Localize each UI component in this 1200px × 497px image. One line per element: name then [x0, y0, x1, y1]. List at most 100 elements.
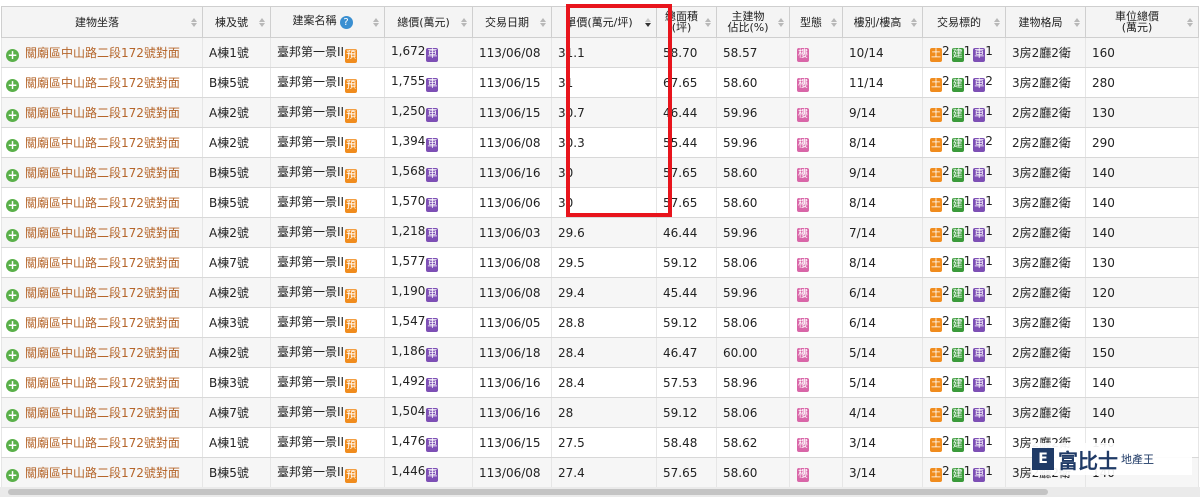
address-text[interactable]: 關廟區中山路二段172號對面: [25, 436, 180, 450]
address-cell[interactable]: + 關廟區中山路二段172號對面: [1, 307, 203, 338]
sort-arrows-icon[interactable]: [831, 18, 837, 27]
parking-tag-icon: 車: [973, 197, 986, 212]
parking-tag-icon: 車: [973, 317, 986, 332]
help-icon[interactable]: ?: [339, 16, 353, 29]
address-text[interactable]: 關廟區中山路二段172號對面: [25, 286, 180, 300]
address-text[interactable]: 關廟區中山路二段172號對面: [25, 76, 180, 90]
expand-plus-icon[interactable]: +: [6, 78, 19, 92]
address-text[interactable]: 關廟區中山路二段172號對面: [25, 196, 180, 210]
column-header[interactable]: 樓別/樓高: [842, 6, 923, 38]
table-row[interactable]: + 關廟區中山路二段172號對面 A棟2號 臺邦第一景II 預 1,186 車 113/06/…: [1, 337, 1199, 368]
sort-arrows-icon[interactable]: [911, 18, 917, 27]
sort-arrows-icon[interactable]: [1074, 18, 1080, 27]
address-cell[interactable]: + 關廟區中山路二段172號對面: [1, 37, 203, 68]
column-header[interactable]: 建物坐落: [1, 6, 203, 38]
address-text[interactable]: 關廟區中山路二段172號對面: [25, 316, 180, 330]
column-header[interactable]: 型態: [789, 6, 843, 38]
table-row[interactable]: + 關廟區中山路二段172號對面 A棟3號 臺邦第一景II 預 1,547 車 113/06/…: [1, 307, 1199, 338]
table-row[interactable]: + 關廟區中山路二段172號對面 B棟5號 臺邦第一景II 預 1,446 車 113/06/…: [1, 457, 1199, 488]
sort-arrows-icon[interactable]: [191, 18, 197, 27]
sort-arrows-icon[interactable]: [645, 18, 651, 27]
address-cell[interactable]: + 關廟區中山路二段172號對面: [1, 337, 203, 368]
table-row[interactable]: + 關廟區中山路二段172號對面 A棟2號 臺邦第一景II 預 1,250 車 113/06/…: [1, 97, 1199, 128]
address-cell[interactable]: + 關廟區中山路二段172號對面: [1, 217, 203, 248]
sort-arrows-icon[interactable]: [373, 18, 379, 27]
expand-plus-icon[interactable]: +: [6, 348, 19, 362]
address-text[interactable]: 關廟區中山路二段172號對面: [25, 46, 180, 60]
column-header[interactable]: 總面積 (坪): [656, 6, 717, 38]
address-text[interactable]: 關廟區中山路二段172號對面: [25, 136, 180, 150]
main-ratio-text: 58.60: [723, 465, 758, 480]
column-header[interactable]: 棟及號: [202, 6, 271, 38]
layout-text: 3房2廳2衛: [1012, 406, 1071, 420]
address-cell[interactable]: + 關廟區中山路二段172號對面: [1, 157, 203, 188]
unit-text: B棟3號: [209, 376, 249, 390]
address-text[interactable]: 關廟區中山路二段172號對面: [25, 166, 180, 180]
address-text[interactable]: 關廟區中山路二段172號對面: [25, 406, 180, 420]
expand-plus-icon[interactable]: +: [6, 168, 19, 182]
address-cell[interactable]: + 關廟區中山路二段172號對面: [1, 367, 203, 398]
expand-plus-icon[interactable]: +: [6, 258, 19, 272]
address-cell[interactable]: + 關廟區中山路二段172號對面: [1, 187, 203, 218]
address-cell[interactable]: + 關廟區中山路二段172號對面: [1, 277, 203, 308]
table-row[interactable]: + 關廟區中山路二段172號對面 A棟7號 臺邦第一景II 預 1,577 車 113/06/…: [1, 247, 1199, 278]
table-row[interactable]: + 關廟區中山路二段172號對面 B棟5號 臺邦第一景II 預 1,755 車 113/06/…: [1, 67, 1199, 98]
sort-arrows-icon[interactable]: [705, 18, 711, 27]
column-header[interactable]: 交易日期: [472, 6, 552, 38]
table-row[interactable]: + 關廟區中山路二段172號對面 A棟2號 臺邦第一景II 預 1,190 車 113/06/…: [1, 277, 1199, 308]
column-header[interactable]: 車位總價 (萬元): [1085, 6, 1199, 38]
expand-plus-icon[interactable]: +: [6, 378, 19, 392]
expand-plus-icon[interactable]: +: [6, 48, 19, 62]
expand-plus-icon[interactable]: +: [6, 318, 19, 332]
sort-arrows-icon[interactable]: [1187, 18, 1193, 27]
address-text[interactable]: 關廟區中山路二段172號對面: [25, 346, 180, 360]
address-cell[interactable]: + 關廟區中山路二段172號對面: [1, 247, 203, 278]
address-cell[interactable]: + 關廟區中山路二段172號對面: [1, 127, 203, 158]
column-header[interactable]: 主建物 佔比(%): [716, 6, 790, 38]
address-cell[interactable]: + 關廟區中山路二段172號對面: [1, 67, 203, 98]
address-cell[interactable]: + 關廟區中山路二段172號對面: [1, 97, 203, 128]
table-row[interactable]: + 關廟區中山路二段172號對面 A棟2號 臺邦第一景II 預 1,218 車 113/06/…: [1, 217, 1199, 248]
table-row[interactable]: + 關廟區中山路二段172號對面 A棟1號 臺邦第一景II 預 1,476 車 113/06/…: [1, 427, 1199, 458]
column-header[interactable]: 建案名稱?: [270, 6, 385, 38]
address-text[interactable]: 關廟區中山路二段172號對面: [25, 106, 180, 120]
expand-plus-icon[interactable]: +: [6, 228, 19, 242]
layout-cell: 3房2廳2衛: [1005, 247, 1086, 278]
area-text: 59.12: [663, 255, 698, 270]
sort-arrows-icon[interactable]: [259, 18, 265, 27]
address-cell[interactable]: + 關廟區中山路二段172號對面: [1, 397, 203, 428]
expand-plus-icon[interactable]: +: [6, 138, 19, 152]
table-row[interactable]: + 關廟區中山路二段172號對面 B棟3號 臺邦第一景II 預 1,492 車 113/06/…: [1, 367, 1199, 398]
address-cell[interactable]: + 關廟區中山路二段172號對面: [1, 457, 203, 488]
column-header[interactable]: 單價(萬元/坪): [551, 6, 657, 38]
address-text[interactable]: 關廟區中山路二段172號對面: [25, 376, 180, 390]
expand-plus-icon[interactable]: +: [6, 198, 19, 212]
column-header[interactable]: 總價(萬元): [384, 6, 473, 38]
horizontal-scrollbar[interactable]: [0, 487, 1200, 497]
expand-plus-icon[interactable]: +: [6, 288, 19, 302]
address-cell[interactable]: + 關廟區中山路二段172號對面: [1, 427, 203, 458]
sort-arrows-icon[interactable]: [461, 18, 467, 27]
address-text[interactable]: 關廟區中山路二段172號對面: [25, 466, 180, 480]
column-header[interactable]: 建物格局: [1005, 6, 1086, 38]
expand-plus-icon[interactable]: +: [6, 408, 19, 422]
table-row[interactable]: + 關廟區中山路二段172號對面 A棟7號 臺邦第一景II 預 1,504 車 113/06/…: [1, 397, 1199, 428]
table-row[interactable]: + 關廟區中山路二段172號對面 A棟1號 臺邦第一景II 預 1,672 車 113/06/…: [1, 37, 1199, 68]
expand-plus-icon[interactable]: +: [6, 108, 19, 122]
expand-plus-icon[interactable]: +: [6, 468, 19, 482]
car-included-tag-icon: 車: [426, 317, 439, 332]
layout-text: 3房2廳2衛: [1012, 76, 1071, 90]
address-text[interactable]: 關廟區中山路二段172號對面: [25, 256, 180, 270]
sort-arrows-icon[interactable]: [778, 18, 784, 27]
table-row[interactable]: + 關廟區中山路二段172號對面 B棟5號 臺邦第一景II 預 1,570 車 113/06/…: [1, 187, 1199, 218]
table-row[interactable]: + 關廟區中山路二段172號對面 A棟2號 臺邦第一景II 預 1,394 車 113/06/…: [1, 127, 1199, 158]
area-cell: 45.44: [656, 277, 717, 308]
sort-arrows-icon[interactable]: [994, 18, 1000, 27]
column-header[interactable]: 交易標的: [922, 6, 1006, 38]
scrollbar-thumb[interactable]: [8, 489, 1048, 495]
table-row[interactable]: + 關廟區中山路二段172號對面 B棟5號 臺邦第一景II 預 1,568 車 113/06/…: [1, 157, 1199, 188]
address-text[interactable]: 關廟區中山路二段172號對面: [25, 226, 180, 240]
sort-arrows-icon[interactable]: [540, 18, 546, 27]
layout-cell: 3房2廳2衛: [1005, 397, 1086, 428]
expand-plus-icon[interactable]: +: [6, 438, 19, 452]
